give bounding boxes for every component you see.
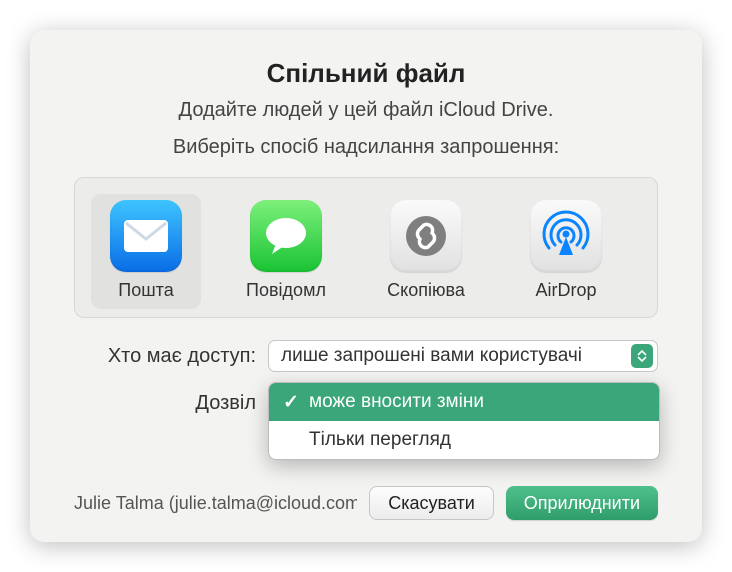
method-copy-link[interactable]: Скопіюва [371, 194, 481, 309]
share-sheet: Спільний файл Додайте людей у цей файл i… [30, 30, 702, 542]
method-airdrop[interactable]: AirDrop [511, 194, 621, 309]
choose-method-label: Виберіть спосіб надсилання запрошення: [30, 136, 702, 159]
permission-dropdown[interactable]: може вносити зміни Тільки перегляд [268, 382, 660, 460]
subtitle: Додайте людей у цей файл iCloud Drive. [30, 99, 702, 122]
share-button[interactable]: Оприлюднити [506, 486, 658, 520]
permission-option-view[interactable]: Тільки перегляд [269, 421, 659, 459]
permission-option-edit[interactable]: може вносити зміни [269, 383, 659, 421]
airdrop-icon [530, 200, 602, 272]
method-messages-label: Повідомл [231, 280, 341, 301]
page-title: Спільний файл [30, 58, 702, 89]
access-popup[interactable]: лише запрошені вами користувачі [268, 340, 658, 372]
access-row: Хто має доступ: лише запрошені вами кори… [74, 340, 658, 372]
method-mail-label: Пошта [91, 280, 201, 301]
method-copylink-label: Скопіюва [371, 280, 481, 301]
method-mail[interactable]: Пошта [91, 194, 201, 309]
messages-icon [250, 200, 322, 272]
permission-label: Дозвіл [74, 388, 268, 415]
current-user: Julie Talma (julie.talma@icloud.com) [74, 493, 357, 514]
access-label: Хто має доступ: [74, 345, 268, 368]
permission-row: Дозвіл може вносити зміни Тільки перегля… [74, 388, 658, 418]
method-messages[interactable]: Повідомл [231, 194, 341, 309]
chevron-updown-icon [631, 344, 653, 368]
link-icon [390, 200, 462, 272]
cancel-button[interactable]: Скасувати [369, 486, 494, 520]
method-airdrop-label: AirDrop [511, 280, 621, 301]
footer: Julie Talma (julie.talma@icloud.com) Ска… [74, 486, 658, 520]
method-picker: Пошта Повідомл Скопіюва [74, 177, 658, 318]
access-value: лише запрошені вами користувачі [281, 345, 582, 367]
mail-icon [110, 200, 182, 272]
